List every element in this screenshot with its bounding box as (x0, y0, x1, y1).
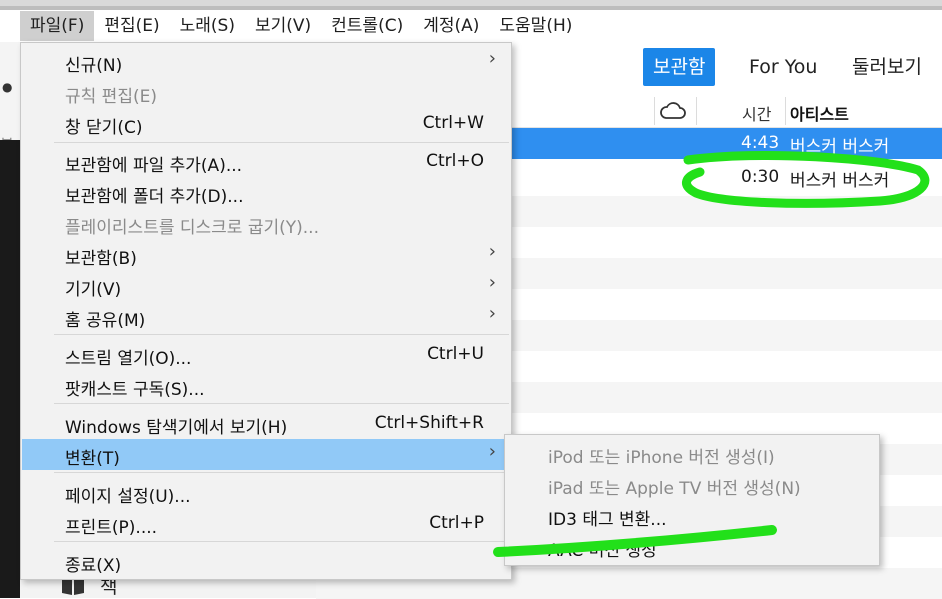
menu-item-shortcut: Ctrl+P (429, 513, 484, 533)
menu-item-subscribe-podcast[interactable]: 팟캐스트 구독(S)... (22, 370, 510, 401)
submenu-item-convert-id3[interactable]: ID3 태그 변환... (505, 500, 879, 531)
menu-separator (54, 541, 509, 542)
menu-separator (54, 142, 509, 143)
menu-item-shortcut: Ctrl+W (422, 113, 484, 133)
column-divider (654, 97, 655, 125)
menu-separator (54, 472, 509, 473)
menu-item-label: 기기(V) (65, 280, 122, 300)
menu-item-show-in-explorer[interactable]: Windows 탐색기에서 보기(H) Ctrl+Shift+R (22, 408, 510, 439)
cloud-icon[interactable] (659, 101, 687, 121)
submenu-item-label: ID3 태그 변환... (548, 510, 667, 530)
menu-account[interactable]: 계정(A) (413, 11, 489, 41)
submenu-item-label: iPod 또는 iPhone 버전 생성(I) (548, 448, 775, 468)
menu-item-home-sharing[interactable]: 홈 공유(M) › (22, 301, 510, 332)
menu-item-label: 스트림 열기(O)... (65, 349, 192, 369)
nav-library-tab[interactable]: 보관함 (643, 48, 716, 86)
menu-item-shortcut: Ctrl+U (427, 344, 484, 364)
submenu-item-ipad-version: iPad 또는 Apple TV 버전 생성(N) (505, 469, 879, 500)
menu-item-label: 신규(N) (65, 56, 123, 76)
chevron-right-icon: › (488, 272, 496, 293)
column-divider (785, 97, 786, 125)
menu-item-add-folder[interactable]: 보관함에 폴더 추가(D)... (22, 177, 510, 208)
menu-item-label: Windows 탐색기에서 보기(H) (65, 418, 288, 438)
song-time: 4:43 (741, 133, 780, 153)
menu-item-label: 팟캐스트 구독(S)... (65, 380, 205, 400)
column-header-time[interactable]: 시간 (742, 101, 771, 125)
menu-separator (54, 334, 509, 335)
menu-item-label: 홈 공유(M) (65, 311, 146, 331)
submenu-item-create-aac[interactable]: AAC 버전 생성 (505, 531, 879, 562)
submenu-item-label: AAC 버전 생성 (548, 541, 657, 561)
menu-item-shortcut: Ctrl+Shift+R (374, 413, 484, 433)
menu-item-label: 플레이리스트를 디스크로 굽기(Y)... (65, 218, 319, 238)
song-time: 0:30 (741, 167, 780, 187)
dark-side-edge (0, 140, 20, 598)
menu-separator (54, 403, 509, 404)
submenu-item-ipod-version: iPod 또는 iPhone 버전 생성(I) (505, 438, 879, 469)
submenu-item-label: iPad 또는 Apple TV 버전 생성(N) (548, 479, 801, 499)
left-edge-panel: ● 블로 (0, 42, 21, 175)
menu-item-label: 보관함에 파일 추가(A)... (65, 156, 243, 176)
chevron-right-icon: › (488, 241, 496, 262)
menu-file[interactable]: 파일(F) (20, 11, 95, 41)
menu-item-label: 창 닫기(C) (65, 118, 143, 138)
menu-item-edit-rule: 규칙 편집(E) (22, 77, 510, 108)
menu-view[interactable]: 보기(V) (245, 11, 321, 41)
menu-item-label: 보관함에 폴더 추가(D)... (65, 187, 244, 207)
convert-submenu: iPod 또는 iPhone 버전 생성(I) iPad 또는 Apple TV… (504, 434, 880, 566)
menu-item-open-stream[interactable]: 스트림 열기(O)... Ctrl+U (22, 339, 510, 370)
nav-browse-tab[interactable]: 둘러보기 (842, 48, 932, 86)
menu-edit[interactable]: 편집(E) (94, 11, 169, 41)
menu-item-library[interactable]: 보관함(B) › (22, 239, 510, 270)
menu-item-convert[interactable]: 변환(T) › (22, 439, 510, 470)
menu-item-exit[interactable]: 종료(X) (22, 546, 510, 577)
file-menu-dropdown: 신규(N) › 규칙 편집(E) 창 닫기(C) Ctrl+W 보관함에 파일 … (20, 42, 512, 580)
menu-item-close-window[interactable]: 창 닫기(C) Ctrl+W (22, 108, 510, 139)
menu-item-shortcut: Ctrl+O (426, 151, 484, 171)
column-header-artist[interactable]: 아티스트 (790, 101, 849, 125)
song-artist: 버스커 버스커 (790, 137, 890, 157)
chevron-right-icon: › (488, 303, 496, 324)
menu-item-label: 페이지 설정(U)... (65, 487, 191, 507)
column-divider (696, 97, 697, 125)
menu-bar: 파일(F) 편집(E) 노래(S) 보기(V) 컨트롤(C) 계정(A) 도움말… (0, 10, 942, 42)
menu-controls[interactable]: 컨트롤(C) (321, 11, 413, 41)
song-artist: 버스커 버스커 (790, 171, 890, 191)
menu-item-page-setup[interactable]: 페이지 설정(U)... (22, 477, 510, 508)
menu-item-new[interactable]: 신규(N) › (22, 46, 510, 77)
menu-item-label: 보관함(B) (65, 249, 137, 269)
nav-for-you-tab[interactable]: For You (739, 48, 827, 86)
menu-item-devices[interactable]: 기기(V) › (22, 270, 510, 301)
menu-item-burn-playlist: 플레이리스트를 디스크로 굽기(Y)... (22, 208, 510, 239)
chevron-right-icon: › (488, 441, 496, 462)
menu-item-label: 규칙 편집(E) (65, 87, 157, 107)
menu-help[interactable]: 도움말(H) (489, 11, 582, 41)
chevron-right-icon: › (488, 48, 496, 69)
menu-item-add-file[interactable]: 보관함에 파일 추가(A)... Ctrl+O (22, 146, 510, 177)
menu-item-label: 프린트(P).... (65, 518, 158, 538)
menu-item-print[interactable]: 프린트(P).... Ctrl+P (22, 508, 510, 539)
menu-song[interactable]: 노래(S) (170, 11, 245, 41)
bullet-dot-icon: ● (2, 80, 13, 94)
menu-item-label: 종료(X) (65, 556, 122, 576)
menu-item-label: 변환(T) (65, 449, 120, 469)
